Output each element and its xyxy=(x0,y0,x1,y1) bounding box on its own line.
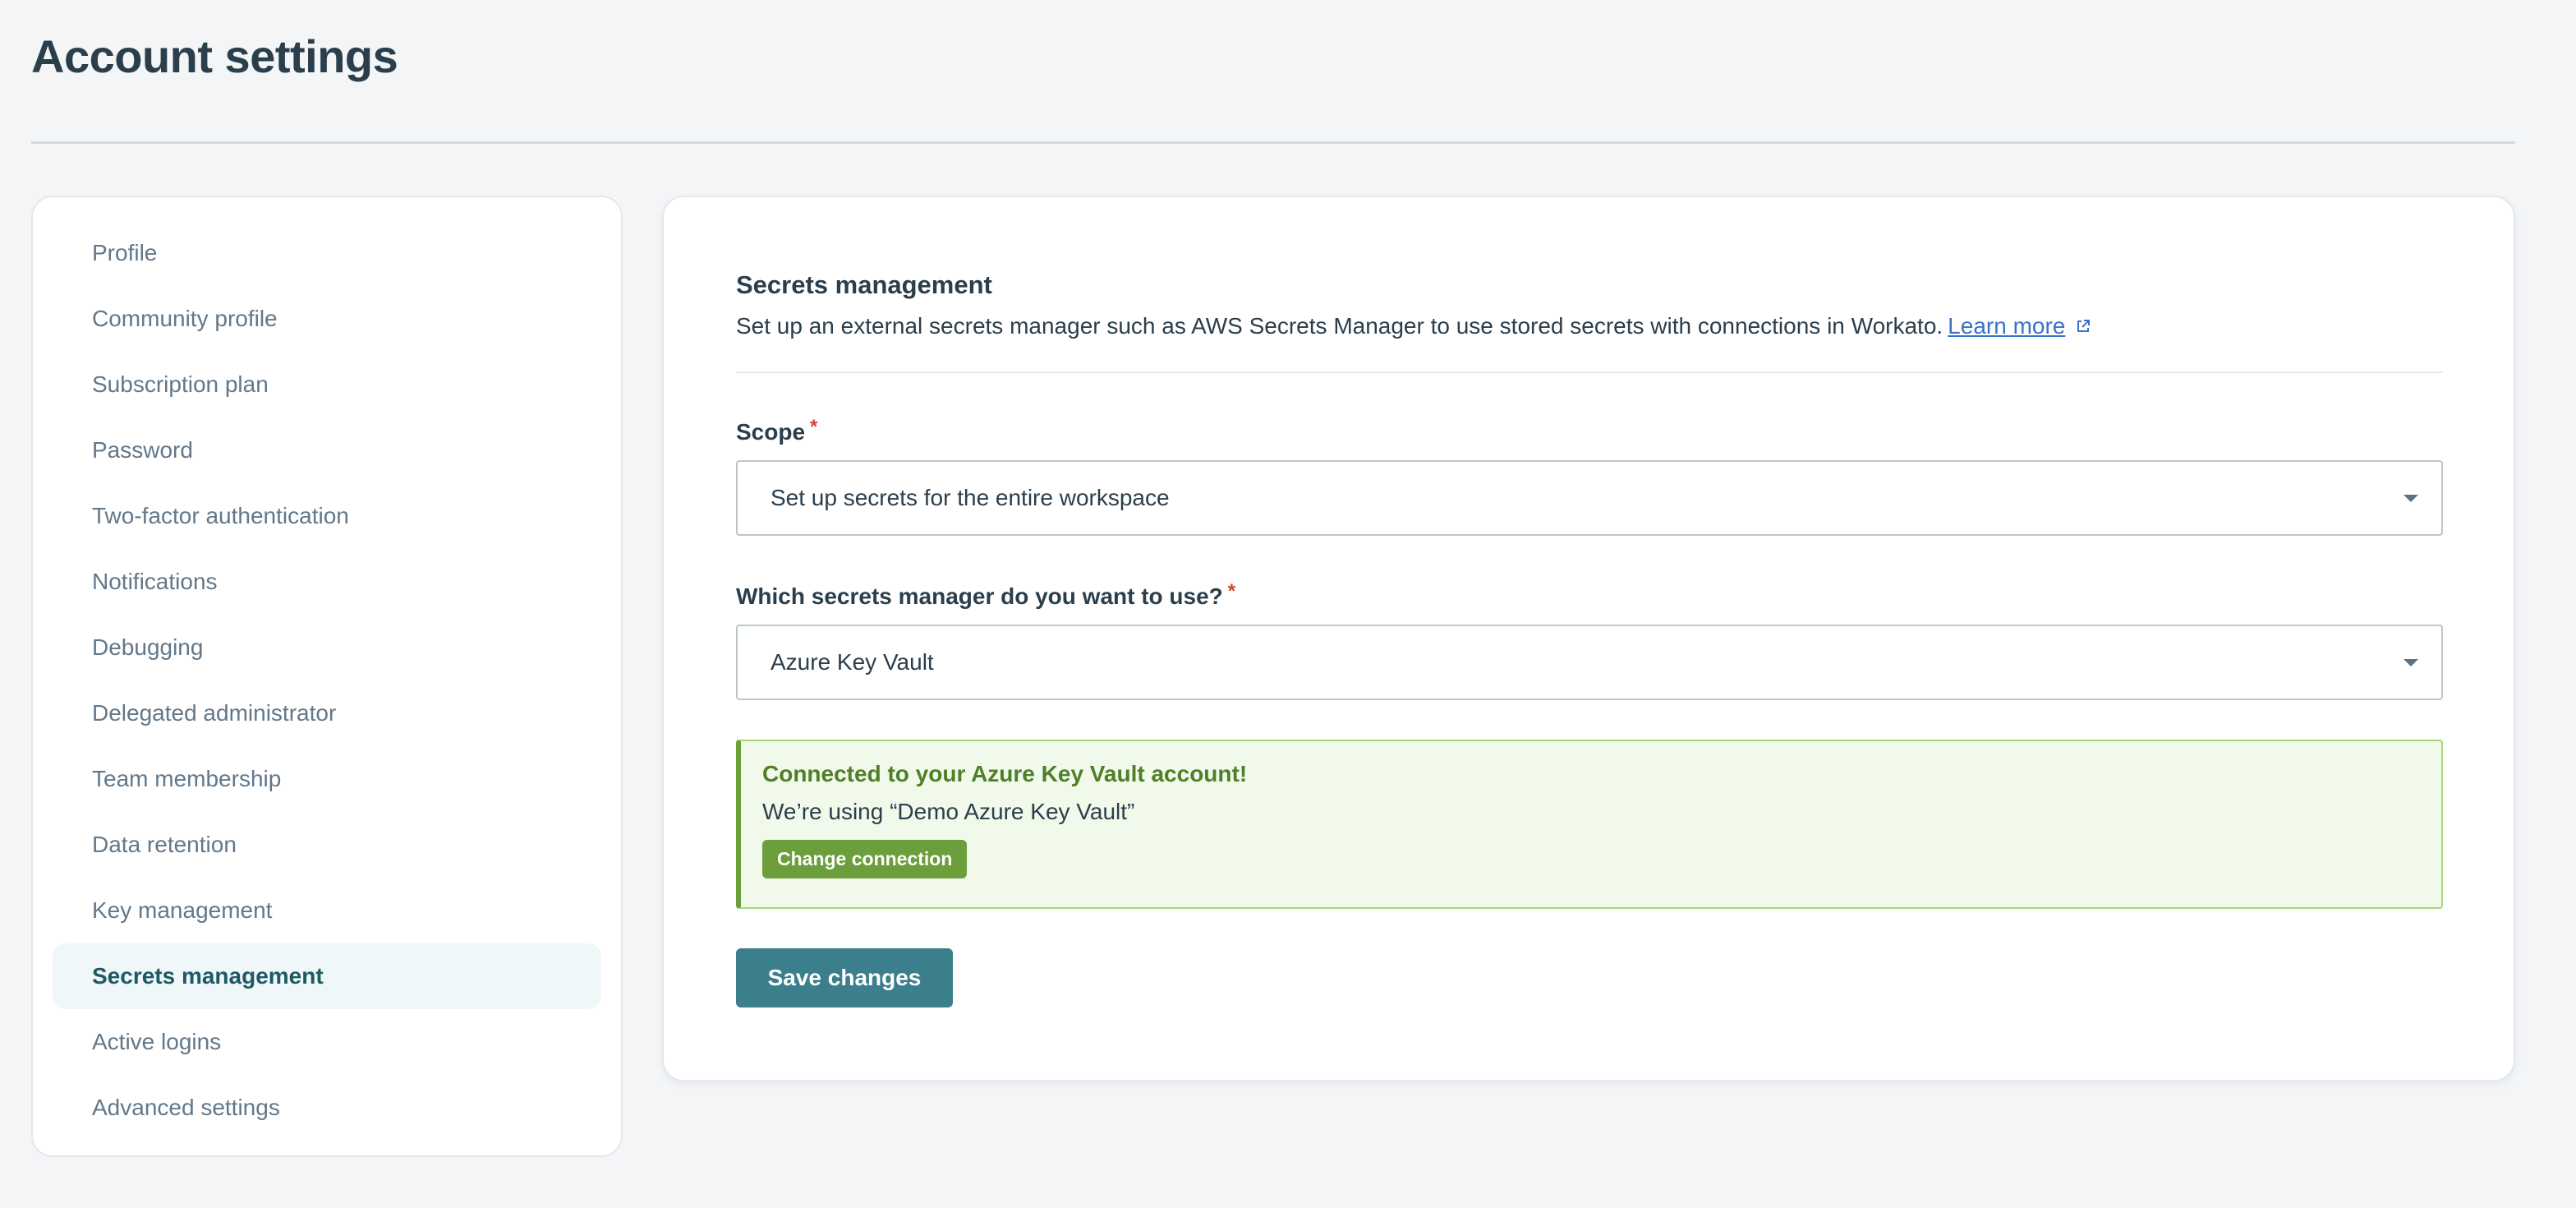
secrets-manager-select[interactable]: Azure Key Vault xyxy=(736,625,2443,701)
description-text: Set up an external secrets manager such … xyxy=(736,313,1944,339)
secrets-management-card: Secrets management Set up an external se… xyxy=(662,196,2515,1081)
alert-body: We’re using “Demo Azure Key Vault” xyxy=(762,799,1135,825)
alert-title: Connected to your Azure Key Vault accoun… xyxy=(762,761,1248,787)
sidebar-item-advanced-settings[interactable]: Advanced settings xyxy=(53,1075,601,1141)
change-connection-button[interactable]: Change connection xyxy=(762,840,968,879)
settings-sidebar: Profile Community profile Subscription p… xyxy=(31,196,623,1157)
required-marker: * xyxy=(1227,580,1236,603)
save-changes-button[interactable]: Save changes xyxy=(736,948,953,1008)
sidebar-item-secrets-management[interactable]: Secrets management xyxy=(53,943,601,1009)
section-description: Set up an external secrets manager such … xyxy=(736,310,2441,342)
external-link-icon xyxy=(2077,319,2091,332)
chevron-down-icon xyxy=(2404,658,2418,666)
scope-select[interactable]: Set up secrets for the entire workspace xyxy=(736,460,2443,537)
sidebar-item-community-profile[interactable]: Community profile xyxy=(53,286,601,352)
sidebar-item-two-factor-authentication[interactable]: Two-factor authentication xyxy=(53,483,601,549)
sidebar-item-subscription-plan[interactable]: Subscription plan xyxy=(53,352,601,417)
scope-label-text: Scope xyxy=(736,419,806,445)
sidebar-item-delegated-administrator[interactable]: Delegated administrator xyxy=(53,680,601,746)
secrets-manager-label: Which secrets manager do you want to use… xyxy=(736,580,2441,610)
sidebar-item-debugging[interactable]: Debugging xyxy=(53,615,601,680)
secrets-manager-select-value: Azure Key Vault xyxy=(770,649,934,675)
sidebar-item-key-management[interactable]: Key management xyxy=(53,878,601,943)
scope-label: Scope * xyxy=(736,416,2441,445)
secrets-manager-label-text: Which secrets manager do you want to use… xyxy=(736,583,1223,610)
section-divider xyxy=(736,371,2443,374)
title-divider xyxy=(31,141,2515,144)
section-title: Secrets management xyxy=(736,270,992,299)
scope-select-value: Set up secrets for the entire workspace xyxy=(770,485,1170,511)
chevron-down-icon xyxy=(2404,494,2418,502)
sidebar-item-profile[interactable]: Profile xyxy=(53,220,601,286)
learn-more-link[interactable]: Learn more xyxy=(1948,310,2065,342)
sidebar-item-team-membership[interactable]: Team membership xyxy=(53,746,601,812)
connection-success-alert: Connected to your Azure Key Vault accoun… xyxy=(736,740,2443,910)
sidebar-item-data-retention[interactable]: Data retention xyxy=(53,812,601,878)
sidebar-item-notifications[interactable]: Notifications xyxy=(53,549,601,615)
page-title: Account settings xyxy=(31,30,398,82)
required-marker: * xyxy=(810,416,818,439)
sidebar-item-password[interactable]: Password xyxy=(53,417,601,483)
account-settings-page: Account settings Profile Community profi… xyxy=(0,0,2576,1208)
sidebar-item-active-logins[interactable]: Active logins xyxy=(53,1009,601,1075)
